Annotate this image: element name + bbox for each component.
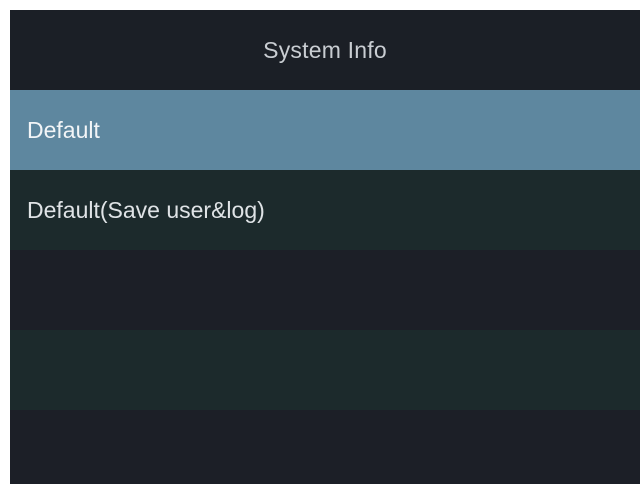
page-title: System Info [263, 36, 387, 63]
menu-item-label: Default [27, 116, 100, 143]
menu-item-empty [10, 410, 640, 484]
menu-item-default[interactable]: Default [10, 90, 640, 170]
menu-item-empty [10, 250, 640, 330]
device-screen: System Info Default Default(Save user&lo… [10, 10, 640, 484]
title-bar: System Info [10, 10, 640, 90]
menu-list: Default Default(Save user&log) [10, 90, 640, 484]
menu-item-empty [10, 330, 640, 410]
menu-item-label: Default(Save user&log) [27, 196, 265, 223]
menu-item-default-save-user-log[interactable]: Default(Save user&log) [10, 170, 640, 250]
